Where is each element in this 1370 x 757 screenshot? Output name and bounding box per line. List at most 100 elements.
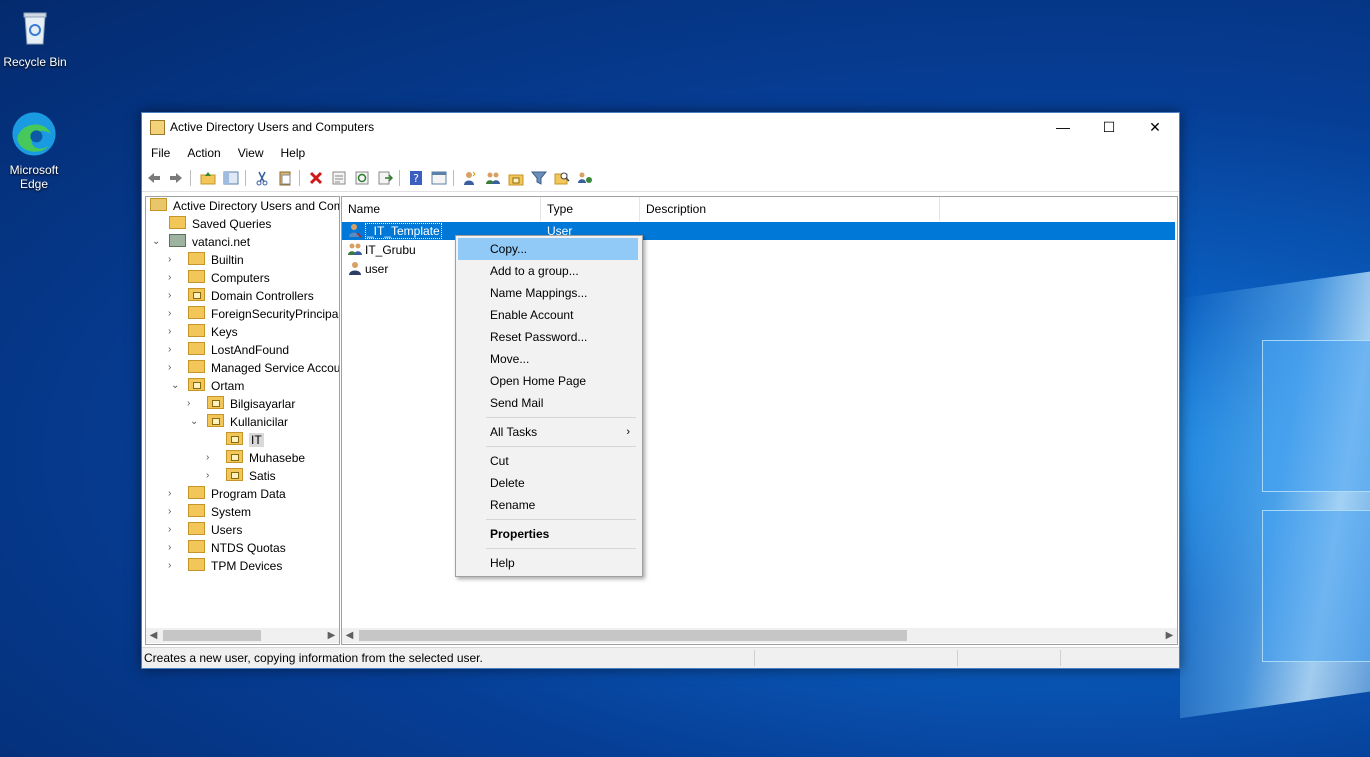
chevron-right-icon[interactable]: › (187, 398, 197, 409)
filter-icon[interactable] (531, 170, 547, 186)
wallpaper-window-pane (1262, 340, 1370, 492)
help-icon[interactable]: ? (408, 170, 424, 186)
column-header-name[interactable]: Name (342, 197, 541, 221)
chevron-right-icon[interactable]: › (168, 308, 178, 319)
chevron-right-icon[interactable]: › (168, 254, 178, 265)
tree-item-computers[interactable]: › Computers (168, 270, 270, 288)
export-list-icon[interactable] (377, 170, 393, 186)
menu-item-open-home-page[interactable]: Open Home Page (458, 370, 638, 392)
row-name: user (365, 262, 389, 276)
desktop-icon-edge[interactable]: Microsoft Edge (0, 110, 69, 191)
chevron-right-icon[interactable]: › (168, 488, 178, 499)
delete-icon[interactable] (308, 170, 324, 186)
chevron-right-icon[interactable]: › (168, 542, 178, 553)
refresh-icon[interactable] (354, 170, 370, 186)
find-icon[interactable] (554, 170, 570, 186)
title-bar[interactable]: Active Directory Users and Computers — ☐… (142, 113, 1179, 142)
desktop-icon-recycle-bin[interactable]: Recycle Bin (0, 8, 70, 69)
scroll-right-icon[interactable]: ▶ (324, 628, 339, 643)
status-bar: Creates a new user, copying information … (142, 647, 1179, 668)
menu-item-move[interactable]: Move... (458, 348, 638, 370)
tree-item-keys[interactable]: › Keys (168, 324, 238, 342)
paste-icon[interactable] (277, 170, 293, 186)
tree-item-foreign-security-principals[interactable]: › ForeignSecurityPrincipals (168, 306, 339, 324)
tree-item-program-data[interactable]: › Program Data (168, 486, 286, 504)
chevron-down-icon[interactable]: ⌄ (152, 236, 162, 247)
chevron-right-icon[interactable]: › (168, 560, 178, 571)
menu-view[interactable]: View (229, 143, 272, 160)
add-to-group-icon[interactable] (577, 170, 593, 186)
menu-item-enable-account[interactable]: Enable Account (458, 304, 638, 326)
tree-horizontal-scrollbar[interactable]: ◀ ▶ (146, 628, 339, 643)
menu-item-help[interactable]: Help (458, 552, 638, 574)
chevron-right-icon[interactable]: › (206, 470, 216, 481)
menu-file[interactable]: File (142, 143, 178, 160)
menu-item-send-mail[interactable]: Send Mail (458, 392, 638, 414)
chevron-down-icon[interactable]: ⌄ (190, 416, 200, 427)
list-horizontal-scrollbar[interactable]: ◀ ▶ (342, 628, 1177, 643)
chevron-right-icon[interactable]: › (168, 272, 178, 283)
tree-item-tpm-devices[interactable]: › TPM Devices (168, 558, 282, 576)
tree-item-saved-queries[interactable]: Saved Queries (169, 216, 271, 234)
tree-item-bilgisayarlar[interactable]: › Bilgisayarlar (187, 396, 295, 414)
menu-item-cut[interactable]: Cut (458, 450, 638, 472)
chevron-right-icon[interactable]: › (168, 326, 178, 337)
new-ou-icon[interactable] (508, 170, 524, 186)
folder-icon (188, 522, 205, 535)
menu-item-copy[interactable]: Copy... (458, 238, 638, 260)
tree-item-satis[interactable]: › Satis (206, 468, 276, 486)
scroll-right-icon[interactable]: ▶ (1162, 628, 1177, 643)
tree-item-system[interactable]: › System (168, 504, 251, 522)
chevron-down-icon[interactable]: ⌄ (171, 380, 181, 391)
menu-item-add-to-group[interactable]: Add to a group... (458, 260, 638, 282)
scrollbar-thumb[interactable] (163, 630, 261, 641)
menu-item-rename[interactable]: Rename (458, 494, 638, 516)
scroll-left-icon[interactable]: ◀ (146, 628, 161, 643)
scroll-left-icon[interactable]: ◀ (342, 628, 357, 643)
column-header-type[interactable]: Type (541, 197, 640, 221)
tree-item-label: Muhasebe (249, 451, 306, 465)
scrollbar-thumb[interactable] (359, 630, 907, 641)
menu-item-properties[interactable]: Properties (458, 523, 638, 545)
new-user-icon[interactable] (462, 170, 478, 186)
chevron-right-icon[interactable]: › (206, 452, 216, 463)
menu-help[interactable]: Help (272, 143, 314, 160)
column-header-description[interactable]: Description (640, 197, 940, 221)
tree-item-label: LostAndFound (211, 343, 290, 357)
tree-item-label: IT (249, 433, 264, 447)
chevron-right-icon[interactable]: › (168, 524, 178, 535)
chevron-right-icon[interactable]: › (168, 290, 178, 301)
tree-item-lost-and-found[interactable]: › LostAndFound (168, 342, 290, 360)
tree-item-managed-service-accounts[interactable]: › Managed Service Accoun (168, 360, 339, 378)
tree-item-ortam[interactable]: ⌄ Ortam (171, 378, 244, 396)
tree-item-kullanicilar[interactable]: ⌄ Kullanicilar (190, 414, 288, 432)
properties-icon[interactable] (331, 170, 347, 186)
new-group-icon[interactable] (485, 170, 501, 186)
menu-item-delete[interactable]: Delete (458, 472, 638, 494)
tree-item-domain[interactable]: ⌄ vatanci.net (152, 234, 250, 252)
tree-item-ntds-quotas[interactable]: › NTDS Quotas (168, 540, 286, 558)
console-view-icon[interactable] (431, 170, 447, 186)
chevron-right-icon[interactable]: › (168, 506, 178, 517)
minimize-button[interactable]: — (1040, 113, 1086, 142)
tree-item-domain-controllers[interactable]: › Domain Controllers (168, 288, 314, 306)
menu-action[interactable]: Action (178, 143, 228, 160)
folder-icon (188, 558, 205, 571)
forward-arrow-icon[interactable] (168, 170, 184, 186)
menu-item-name-mappings[interactable]: Name Mappings... (458, 282, 638, 304)
chevron-right-icon[interactable]: › (168, 362, 178, 373)
menu-item-reset-password[interactable]: Reset Password... (458, 326, 638, 348)
tree-root[interactable]: Active Directory Users and Com (150, 198, 339, 216)
tree-item-it[interactable]: IT (226, 432, 264, 450)
back-arrow-icon[interactable] (146, 170, 162, 186)
close-button[interactable]: ✕ (1132, 113, 1178, 142)
cut-icon[interactable] (254, 170, 270, 186)
show-hide-tree-icon[interactable] (223, 170, 239, 186)
chevron-right-icon[interactable]: › (168, 344, 178, 355)
tree-item-muhasebe[interactable]: › Muhasebe (206, 450, 306, 468)
up-folder-icon[interactable] (200, 170, 216, 186)
menu-item-all-tasks[interactable]: All Tasks › (458, 421, 638, 443)
tree-item-users[interactable]: › Users (168, 522, 242, 540)
maximize-button[interactable]: ☐ (1086, 113, 1132, 142)
tree-item-builtin[interactable]: › Builtin (168, 252, 244, 270)
